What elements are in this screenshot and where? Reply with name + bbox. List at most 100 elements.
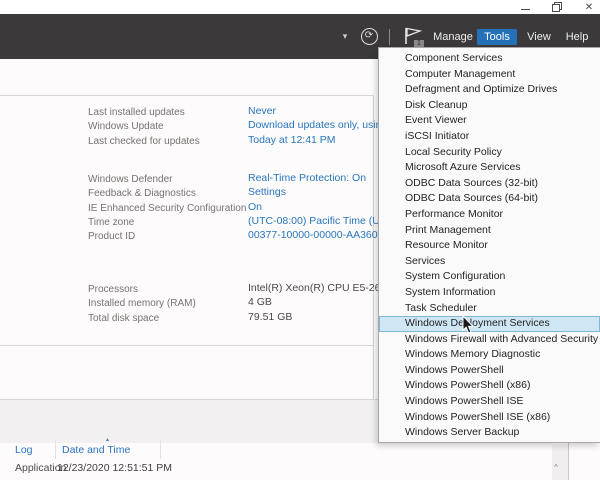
tools-menu-item-label: ODBC Data Sources (32-bit) (405, 177, 538, 189)
tools-menu-item[interactable]: Disk Cleanup (379, 98, 600, 114)
tools-menu-item-label: Windows Memory Diagnostic (405, 348, 540, 360)
property-value[interactable]: On (248, 200, 262, 214)
tools-menu-item[interactable]: Task Scheduler (379, 301, 600, 317)
tools-menu-item[interactable]: Windows Firewall with Advanced Security (379, 332, 600, 348)
tools-menu-item[interactable]: Windows PowerShell ISE (x86) (379, 410, 600, 426)
tools-menu-item-label: System Information (405, 286, 495, 298)
property-row: Windows Defender Real-Time Protection: O… (88, 171, 388, 185)
tools-menu-item[interactable]: Performance Monitor (379, 207, 600, 223)
property-row: Processors Intel(R) Xeon(R) CPU E5-2690 … (88, 281, 388, 295)
properties-group-security: Windows Defender Real-Time Protection: O… (88, 171, 388, 242)
tools-menu-item-label: Disk Cleanup (405, 99, 467, 111)
property-row: Last checked for updates Today at 12:41 … (88, 133, 388, 147)
panel-divider-mid (0, 345, 374, 346)
events-table-rows: Application 12/23/2020 12:51:51 PM (0, 461, 560, 476)
pane-edge (568, 443, 569, 480)
window-titlebar: ✕ (0, 0, 600, 14)
property-row: Time zone (UTC-08:00) Pacific Time (US &… (88, 214, 388, 228)
scrollbar[interactable]: ^ (552, 445, 568, 480)
server-manager-window: ✕ ▾ ⟳ 1 Manage Tools View Help Last inst… (0, 0, 600, 480)
events-table-header: Log Date and Time (0, 443, 600, 459)
minimize-icon (521, 9, 530, 10)
tools-menu-item[interactable]: Resource Monitor (379, 238, 600, 254)
tools-menu-item-label: Windows PowerShell ISE (x86) (405, 411, 550, 423)
tools-menu-item[interactable]: Microsoft Azure Services (379, 160, 600, 176)
tools-menu-item[interactable]: ODBC Data Sources (32-bit) (379, 176, 600, 192)
tools-menu-item-label: Windows Server Backup (405, 426, 519, 438)
tools-menu-item[interactable]: System Configuration (379, 269, 600, 285)
tools-menu-item[interactable]: iSCSI Initiator (379, 129, 600, 145)
tools-menu-item-label: Windows Firewall with Advanced Security (405, 333, 598, 345)
tools-menu-item-label: Windows Deployment Services (405, 317, 550, 329)
property-value[interactable]: Never (248, 104, 276, 118)
tools-menu-item[interactable]: Component Services (379, 51, 600, 67)
tools-menu-item[interactable]: Windows PowerShell (379, 363, 600, 379)
property-row: Last installed updates Never (88, 104, 388, 118)
tools-menu-item[interactable]: ODBC Data Sources (64-bit) (379, 191, 600, 207)
tools-menu-item-label: Windows PowerShell ISE (405, 395, 523, 407)
column-divider (55, 440, 56, 459)
property-value[interactable]: Settings (248, 185, 286, 199)
tools-menu-item-label: Local Security Policy (405, 146, 502, 158)
sort-ascending-icon: ▴ (106, 436, 109, 443)
tools-menu-item-label: iSCSI Initiator (405, 130, 469, 142)
tools-menu-item-label: Services (405, 255, 445, 267)
tools-menu-item[interactable]: Windows PowerShell ISE (379, 394, 600, 410)
tools-menu-item-label: Performance Monitor (405, 208, 503, 220)
tools-menu-item-label: Defragment and Optimize Drives (405, 83, 557, 95)
column-divider (160, 440, 161, 459)
minimize-button[interactable] (518, 1, 532, 13)
restore-icon (552, 2, 562, 12)
close-icon: ✕ (585, 2, 593, 13)
scroll-up-icon: ^ (554, 463, 558, 472)
property-value[interactable]: Real-Time Protection: On (248, 171, 366, 185)
property-value[interactable]: Today at 12:41 PM (248, 133, 336, 147)
restore-button[interactable] (550, 1, 564, 13)
tools-menu-item[interactable]: Windows Server Backup (379, 425, 600, 441)
panel-divider-top (0, 95, 374, 96)
mouse-cursor (462, 316, 476, 335)
tools-menu-item[interactable]: Windows PowerShell (x86) (379, 378, 600, 394)
chevron-down-icon[interactable]: ▾ (338, 14, 352, 59)
tools-menu-item[interactable]: Event Viewer (379, 113, 600, 129)
property-row: Product ID 00377-10000-00000-AA360 (acti… (88, 228, 388, 242)
column-header-log[interactable]: Log (15, 444, 33, 456)
refresh-icon: ⟳ (361, 28, 378, 45)
properties-group-hardware: Processors Intel(R) Xeon(R) CPU E5-2690 … (88, 281, 388, 324)
event-datetime-cell: 12/23/2020 12:51:51 PM (57, 461, 172, 476)
property-row: Windows Update Download updates only, us… (88, 118, 388, 132)
tools-menu-item-label: Windows PowerShell (x86) (405, 379, 530, 391)
properties-group-updates: Last installed updates Never Windows Upd… (88, 104, 388, 147)
tools-menu-item-label: Computer Management (405, 68, 515, 80)
tools-menu-item-label: Print Management (405, 224, 491, 236)
property-row: Installed memory (RAM) 4 GB (88, 295, 388, 309)
event-row[interactable]: Application 12/23/2020 12:51:51 PM (0, 461, 560, 476)
tools-menu-item[interactable]: Windows Deployment Services (379, 316, 600, 332)
tools-menu-item[interactable]: Services (379, 254, 600, 270)
tools-menu-item-label: Resource Monitor (405, 239, 488, 251)
tools-menu-item[interactable]: Defragment and Optimize Drives (379, 82, 600, 98)
tools-menu-item[interactable]: Print Management (379, 223, 600, 239)
close-button[interactable]: ✕ (582, 1, 596, 13)
property-value: 79.51 GB (248, 310, 292, 324)
property-label: Product ID (88, 230, 135, 244)
property-row: IE Enhanced Security Configuration On (88, 200, 388, 214)
property-label: Last checked for updates (88, 135, 200, 149)
property-row: Feedback & Diagnostics Settings (88, 185, 388, 199)
tools-menu-item[interactable]: Computer Management (379, 67, 600, 83)
tools-menu-item-label: Task Scheduler (405, 302, 477, 314)
tools-menu-item-label: Windows PowerShell (405, 364, 504, 376)
tools-menu-item-label: Microsoft Azure Services (405, 161, 521, 173)
tools-menu-item[interactable]: Windows Memory Diagnostic (379, 347, 600, 363)
property-label: Total disk space (88, 312, 159, 326)
column-header-date-time[interactable]: Date and Time (62, 444, 130, 456)
refresh-button[interactable]: ⟳ (358, 14, 380, 59)
tools-menu-item-label: Component Services (405, 52, 502, 64)
tools-dropdown-menu: Component Services Computer Management D… (378, 47, 600, 443)
property-row: Total disk space 79.51 GB (88, 310, 388, 324)
tools-menu-item-label: System Configuration (405, 270, 505, 282)
tools-menu-item-label: ODBC Data Sources (64-bit) (405, 192, 538, 204)
tools-menu-item[interactable]: Local Security Policy (379, 145, 600, 161)
tools-menu-item[interactable]: System Information (379, 285, 600, 301)
tools-menu-item-label: Event Viewer (405, 114, 467, 126)
